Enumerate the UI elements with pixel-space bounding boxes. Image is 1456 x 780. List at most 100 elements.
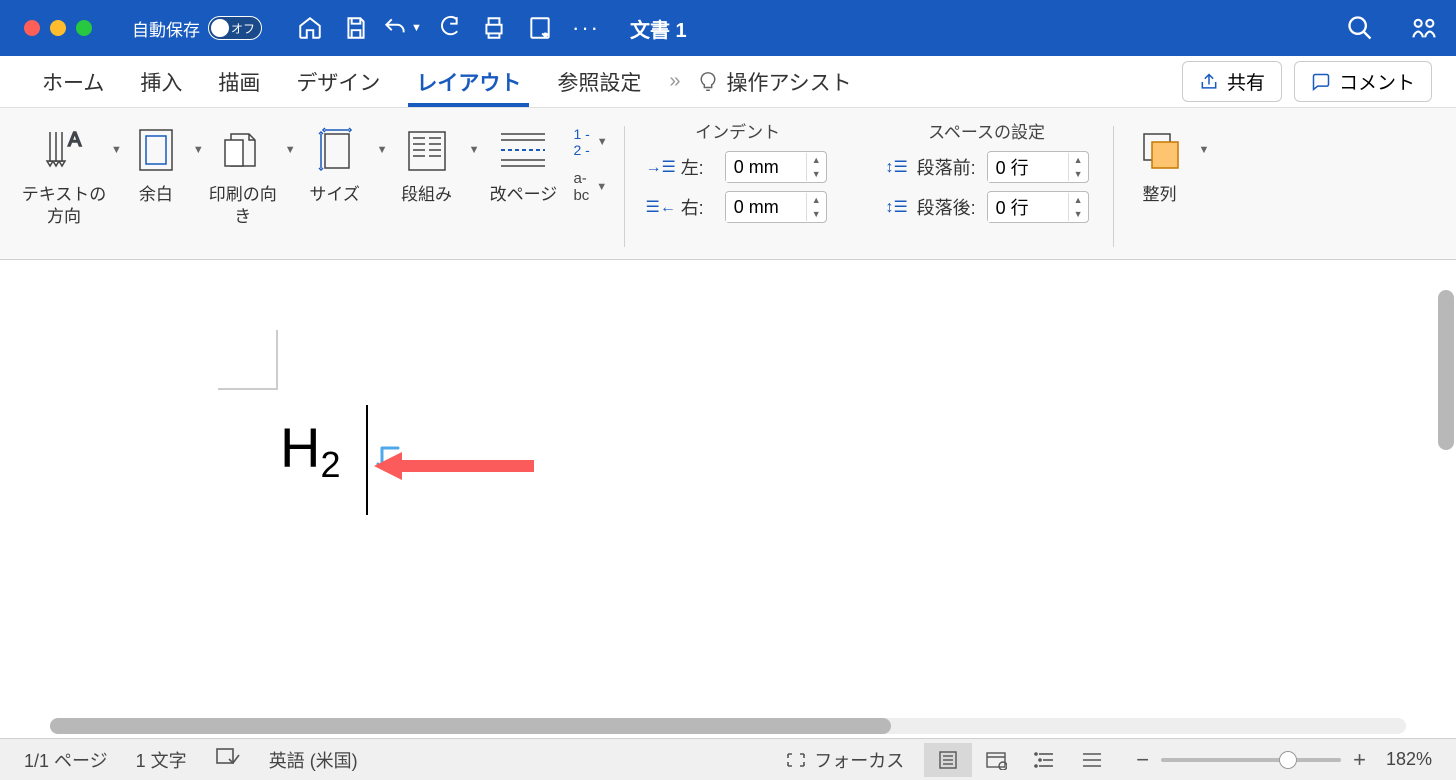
tell-me-search[interactable]: 操作アシスト: [697, 67, 852, 97]
web-layout-view[interactable]: [972, 743, 1020, 777]
page-count[interactable]: 1/1 ページ: [24, 747, 108, 773]
tab-home[interactable]: ホーム: [24, 56, 122, 107]
arrange-button[interactable]: 整列: [1124, 118, 1196, 206]
text-direction-icon: A: [36, 122, 92, 178]
horizontal-scrollbar[interactable]: [50, 718, 1406, 734]
columns-button[interactable]: 段組み: [388, 118, 466, 206]
zoom-level[interactable]: 182%: [1386, 749, 1432, 770]
breaks-button[interactable]: 改ページ: [479, 118, 567, 206]
chevron-down-icon: ▼: [596, 181, 607, 193]
tab-design[interactable]: デザイン: [278, 56, 398, 107]
comment-button[interactable]: コメント: [1294, 61, 1432, 102]
space-after-value[interactable]: [988, 193, 1068, 222]
size-button[interactable]: サイズ: [296, 118, 374, 206]
share-button[interactable]: 共有: [1182, 61, 1282, 102]
space-after-icon: ↕☰: [885, 197, 909, 217]
redo-icon[interactable]: [428, 8, 468, 48]
text-main: H: [280, 415, 320, 480]
spacing-group: スペースの設定 ↕☰ 段落前: ▲▼ ↕☰ 段落後: ▲▼: [871, 118, 1103, 255]
home-icon[interactable]: [290, 8, 330, 48]
columns-label: 段組み: [401, 184, 452, 206]
spinner-buttons[interactable]: ▲▼: [1068, 153, 1088, 181]
orientation-label: 印刷の向き: [204, 184, 282, 228]
chevron-down-icon[interactable]: ▼: [377, 144, 388, 156]
spinner-buttons[interactable]: ▲▼: [806, 153, 826, 181]
zoom-thumb[interactable]: [1279, 751, 1297, 769]
zoom-out-button[interactable]: −: [1136, 747, 1149, 773]
hyphenation-button[interactable]: a- bc ▼: [567, 166, 613, 208]
autosave-state: オフ: [231, 20, 255, 37]
minimize-window-button[interactable]: [50, 20, 66, 36]
close-window-button[interactable]: [24, 20, 40, 36]
line-numbers-button[interactable]: 1 - 2 - ▼: [567, 122, 613, 162]
tab-references[interactable]: 参照設定: [539, 56, 659, 107]
indent-right-input[interactable]: ▲▼: [725, 191, 827, 223]
comment-icon: [1311, 72, 1331, 92]
focus-mode-button[interactable]: フォーカス: [786, 747, 904, 773]
window-controls: [24, 20, 92, 36]
draft-view[interactable]: [1068, 743, 1116, 777]
tabs-overflow-icon[interactable]: »: [669, 70, 680, 93]
indent-left-value[interactable]: [726, 153, 806, 182]
chevron-down-icon[interactable]: ▼: [1199, 144, 1210, 156]
margins-button[interactable]: 余白: [122, 118, 190, 206]
tell-me-label: 操作アシスト: [727, 67, 852, 97]
word-count[interactable]: 1 文字: [136, 747, 187, 773]
document-area[interactable]: H2: [0, 260, 1456, 738]
svg-text:A: A: [68, 129, 82, 151]
text-direction-label: テキストの方向: [20, 184, 108, 228]
tab-layout[interactable]: レイアウト: [398, 56, 539, 107]
spinner-buttons[interactable]: ▲▼: [806, 193, 826, 221]
breaks-label: 改ページ: [490, 184, 558, 206]
template-icon[interactable]: [520, 8, 560, 48]
chevron-down-icon[interactable]: ▼: [469, 144, 480, 156]
autosave-toggle[interactable]: 自動保存 オフ: [132, 16, 262, 41]
space-before-input[interactable]: ▲▼: [987, 151, 1089, 183]
hyphenation-icon: a- bc: [573, 170, 589, 204]
zoom-slider[interactable]: − +: [1136, 747, 1366, 773]
spellcheck-icon[interactable]: [215, 747, 241, 772]
undo-icon[interactable]: ▼: [382, 8, 422, 48]
autosave-switch[interactable]: オフ: [208, 16, 262, 40]
space-before-icon: ↕☰: [885, 157, 909, 177]
document-title: 文書 1: [630, 14, 687, 43]
tab-draw[interactable]: 描画: [200, 56, 278, 107]
tab-insert[interactable]: 挿入: [122, 56, 200, 107]
spacing-group-title: スペースの設定: [885, 118, 1089, 143]
space-before-value[interactable]: [988, 153, 1068, 182]
text-direction-button[interactable]: A テキストの方向: [20, 118, 108, 228]
spinner-buttons[interactable]: ▲▼: [1068, 193, 1088, 221]
more-icon[interactable]: ···: [566, 8, 606, 48]
chevron-down-icon[interactable]: ▼: [193, 144, 204, 156]
focus-icon: [786, 752, 806, 768]
search-icon[interactable]: [1340, 8, 1380, 48]
print-icon[interactable]: [474, 8, 514, 48]
share-label: 共有: [1227, 68, 1265, 95]
indent-group-title: インデント: [649, 118, 827, 143]
lightbulb-icon: [697, 71, 719, 93]
chevron-down-icon[interactable]: ▼: [285, 144, 296, 156]
size-label: サイズ: [309, 184, 360, 206]
orientation-button[interactable]: 印刷の向き: [204, 118, 282, 228]
horizontal-scrollbar-thumb[interactable]: [50, 718, 891, 734]
save-icon[interactable]: [336, 8, 376, 48]
comment-label: コメント: [1339, 68, 1415, 95]
maximize-window-button[interactable]: [76, 20, 92, 36]
zoom-track[interactable]: [1161, 758, 1341, 762]
indent-right-icon: ☰←: [649, 197, 673, 217]
ribbon-options-icon[interactable]: [1404, 8, 1444, 48]
outline-view[interactable]: [1020, 743, 1068, 777]
space-after-input[interactable]: ▲▼: [987, 191, 1089, 223]
vertical-scrollbar[interactable]: [1438, 290, 1454, 450]
quick-access-toolbar: ▼ ···: [290, 8, 606, 48]
indent-right-value[interactable]: [726, 193, 806, 222]
arrange-icon: [1132, 122, 1188, 178]
margin-crop-mark: [218, 330, 278, 390]
print-layout-view[interactable]: [924, 743, 972, 777]
language-status[interactable]: 英語 (米国): [269, 747, 358, 773]
zoom-in-button[interactable]: +: [1353, 747, 1366, 773]
chevron-down-icon[interactable]: ▼: [111, 144, 122, 156]
indent-left-input[interactable]: ▲▼: [725, 151, 827, 183]
autosave-label: 自動保存: [132, 16, 200, 41]
document-text[interactable]: H2: [280, 415, 340, 480]
